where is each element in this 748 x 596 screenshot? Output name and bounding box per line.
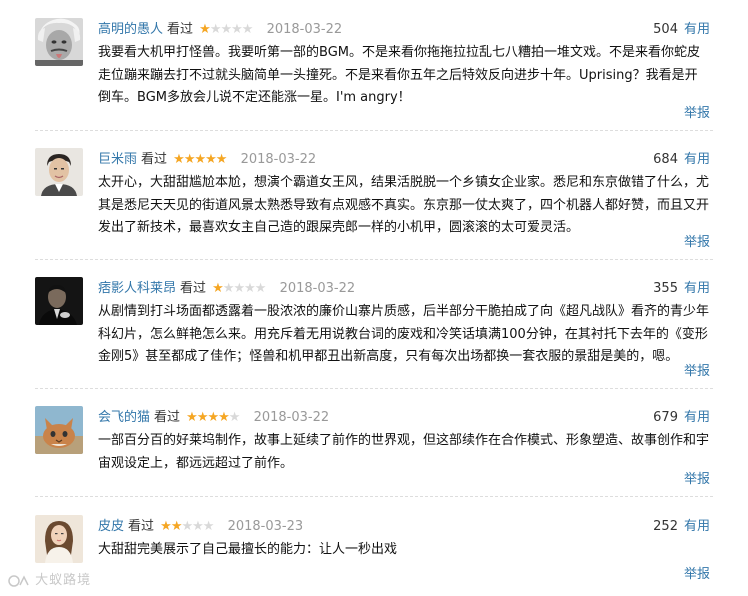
report-link[interactable]: 举报 xyxy=(684,565,710,585)
username-link[interactable]: 痞影人科莱昂 xyxy=(98,281,176,296)
rating-stars: ★★★★★ xyxy=(173,152,228,167)
review-date: 2018-03-22 xyxy=(279,281,356,296)
avatar[interactable] xyxy=(35,515,83,563)
star-filled-icon: ★ xyxy=(186,410,198,425)
vote-area: 679 有用 xyxy=(653,408,710,428)
watch-status: 看过 xyxy=(128,519,155,534)
rating-stars: ★★★★★ xyxy=(160,519,215,534)
vote-area: 355 有用 xyxy=(653,279,710,299)
star-filled-icon: ★ xyxy=(218,410,230,425)
vote-area: 252 有用 xyxy=(653,517,710,537)
star-empty-icon: ★ xyxy=(181,519,193,534)
watch-status: 看过 xyxy=(154,410,181,425)
username-link[interactable]: 会飞的猫 xyxy=(98,410,150,425)
review-date: 2018-03-22 xyxy=(253,410,330,425)
report-link[interactable]: 举报 xyxy=(684,233,710,253)
star-filled-icon: ★ xyxy=(170,519,183,534)
review-content: 太开心，大甜甜尴尬本尬，想演个霸道女王风，结果活脱脱一个乡镇女企业家。悉尼和东京… xyxy=(98,175,710,235)
star-empty-icon: ★ xyxy=(209,22,222,37)
username-link[interactable]: 巨米雨 xyxy=(98,152,137,167)
star-empty-icon: ★ xyxy=(228,410,241,425)
divider xyxy=(35,388,713,389)
report-link[interactable]: 举报 xyxy=(684,104,710,124)
username-link[interactable]: 皮皮 xyxy=(98,519,124,534)
vote-count: 252 xyxy=(653,519,678,534)
review-content: 一部百分百的好莱坞制作，故事上延续了前作的世界观，但这部续作在合作模式、形象塑造… xyxy=(98,433,710,471)
vote-count: 504 xyxy=(653,22,678,37)
review-meta: 皮皮 看过 ★★★★★ 2018-03-23 xyxy=(98,517,303,537)
star-filled-icon: ★ xyxy=(212,281,224,296)
watermark-logo-icon xyxy=(8,574,29,587)
star-empty-icon: ★ xyxy=(241,22,254,37)
divider xyxy=(35,259,713,260)
vote-area: 684 有用 xyxy=(653,150,710,170)
review-date: 2018-03-23 xyxy=(227,519,304,534)
star-empty-icon: ★ xyxy=(244,281,256,296)
rating-stars: ★★★★★ xyxy=(212,281,267,296)
useful-button[interactable]: 有用 xyxy=(684,281,710,296)
star-filled-icon: ★ xyxy=(215,152,228,167)
star-empty-icon: ★ xyxy=(220,22,232,37)
review-content: 从剧情到打斗场面都透露着一股浓浓的廉价山寨片质感，后半部分干脆拍成了向《超凡战队… xyxy=(98,304,710,364)
star-filled-icon: ★ xyxy=(183,152,196,167)
divider xyxy=(35,130,713,131)
star-empty-icon: ★ xyxy=(192,519,204,534)
watermark-text: 大蚁路境 xyxy=(35,573,92,588)
report-link[interactable]: 举报 xyxy=(684,362,710,382)
avatar[interactable] xyxy=(35,18,83,66)
avatar[interactable] xyxy=(35,406,83,454)
star-filled-icon: ★ xyxy=(199,22,211,37)
star-empty-icon: ★ xyxy=(202,519,215,534)
review-date: 2018-03-22 xyxy=(240,152,317,167)
username-link[interactable]: 高明的愚人 xyxy=(98,22,163,37)
star-empty-icon: ★ xyxy=(222,281,235,296)
avatar[interactable] xyxy=(35,277,83,325)
star-filled-icon: ★ xyxy=(194,152,206,167)
review-content: 大甜甜完美展示了自己最擅长的能力：让人一秒出戏 xyxy=(98,542,398,557)
star-filled-icon: ★ xyxy=(207,410,219,425)
review-meta: 会飞的猫 看过 ★★★★★ 2018-03-22 xyxy=(98,408,329,428)
divider xyxy=(35,496,713,497)
vote-count: 684 xyxy=(653,152,678,167)
star-filled-icon: ★ xyxy=(205,152,217,167)
vote-count: 679 xyxy=(653,410,678,425)
watch-status: 看过 xyxy=(141,152,168,167)
avatar[interactable] xyxy=(35,148,83,196)
star-filled-icon: ★ xyxy=(196,410,209,425)
review-meta: 高明的愚人 看过 ★★★★★ 2018-03-22 xyxy=(98,20,342,40)
review-meta: 巨米雨 看过 ★★★★★ 2018-03-22 xyxy=(98,150,316,170)
vote-count: 355 xyxy=(653,281,678,296)
review-meta: 痞影人科莱昂 看过 ★★★★★ 2018-03-22 xyxy=(98,279,355,299)
useful-button[interactable]: 有用 xyxy=(684,152,710,167)
rating-stars: ★★★★★ xyxy=(199,22,254,37)
useful-button[interactable]: 有用 xyxy=(684,519,710,534)
star-empty-icon: ★ xyxy=(254,281,267,296)
star-filled-icon: ★ xyxy=(160,519,172,534)
watch-status: 看过 xyxy=(167,22,194,37)
vote-area: 504 有用 xyxy=(653,20,710,40)
rating-stars: ★★★★★ xyxy=(186,410,241,425)
star-empty-icon: ★ xyxy=(233,281,245,296)
star-empty-icon: ★ xyxy=(231,22,243,37)
report-link[interactable]: 举报 xyxy=(684,470,710,490)
review-date: 2018-03-22 xyxy=(266,22,343,37)
star-filled-icon: ★ xyxy=(173,152,185,167)
useful-button[interactable]: 有用 xyxy=(684,410,710,425)
useful-button[interactable]: 有用 xyxy=(684,22,710,37)
review-content: 我要看大机甲打怪兽。我要听第一部的BGM。不是来看你拖拖拉拉乱七八糟拍一堆文戏。… xyxy=(98,45,700,105)
watch-status: 看过 xyxy=(180,281,207,296)
watermark: 大蚁路境 xyxy=(8,569,91,588)
